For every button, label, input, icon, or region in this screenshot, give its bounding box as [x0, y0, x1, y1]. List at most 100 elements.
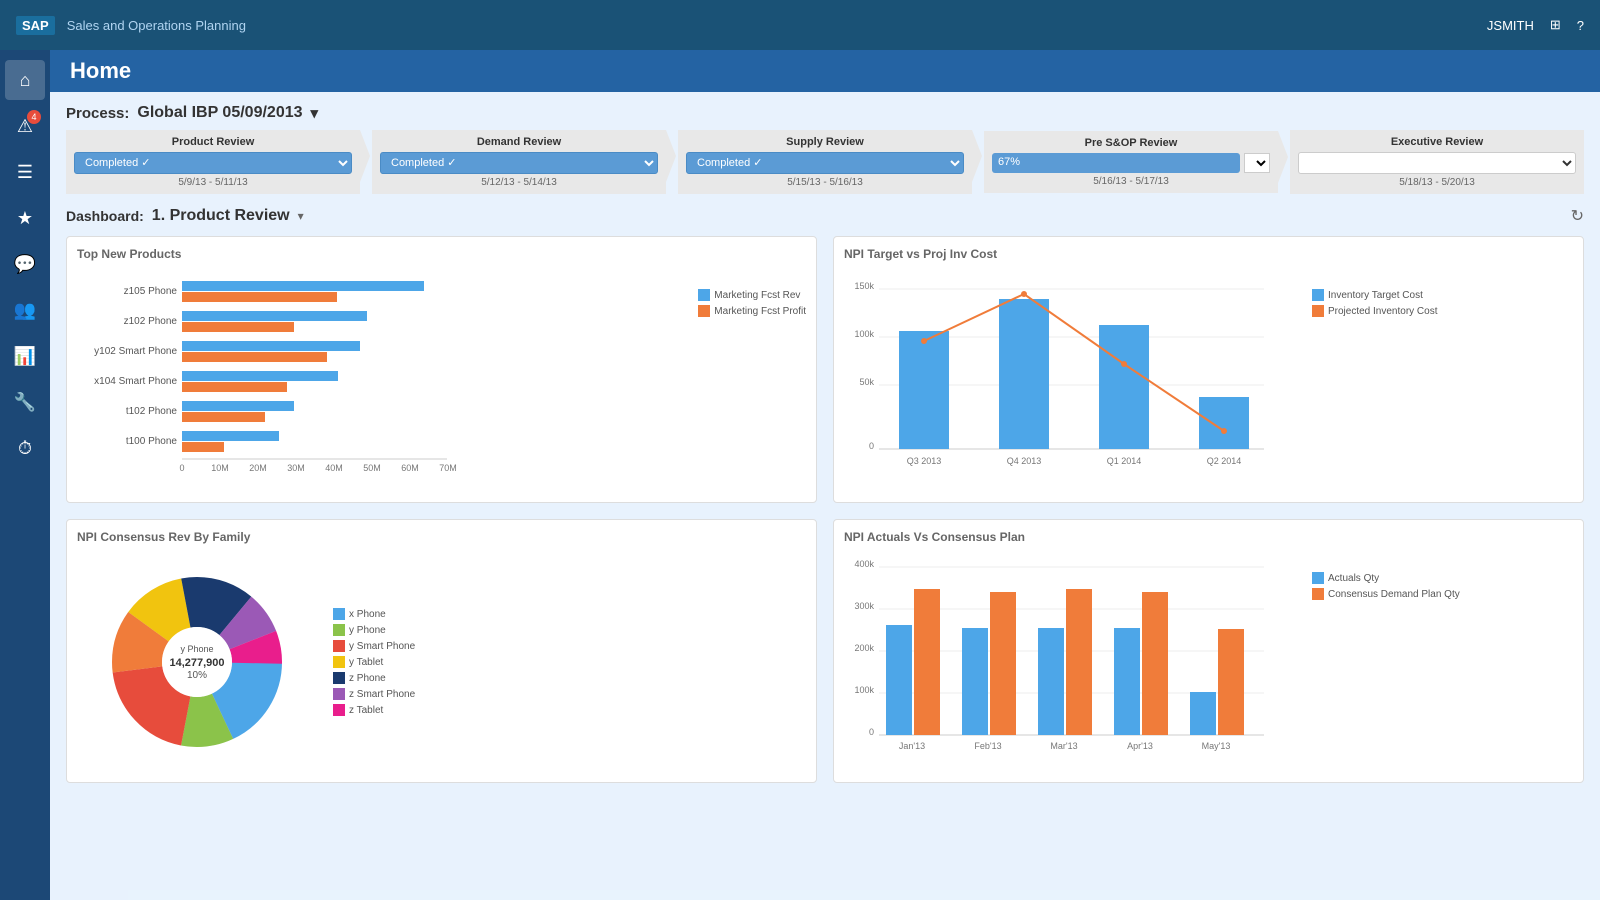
npi-target-chart: NPI Target vs Proj Inv Cost 150k 100k 50… [833, 236, 1584, 503]
step-dropdown-pre-sop[interactable] [1244, 153, 1270, 173]
step-date-demand-review: 5/12/13 - 5/14/13 [380, 177, 658, 188]
step-dropdown-demand-review[interactable]: Completed ✓ [380, 152, 658, 174]
layout: ⌂ ⚠ 4 ☰ ★ 💬 👥 📊 🔧 ⏱ Home [0, 50, 1600, 900]
step-status-pre-sop: 67% [992, 153, 1240, 173]
svg-text:Q3 2013: Q3 2013 [907, 456, 942, 466]
npi-consensus-legend: x Phone y Phone y Smart Phone [333, 608, 415, 716]
sidebar-item-analytics[interactable]: 📊 [5, 336, 45, 376]
sidebar-item-favorites[interactable]: ★ [5, 198, 45, 238]
charts-grid: Top New Products z105 Phone z102 Phone [66, 236, 1584, 783]
svg-text:0: 0 [179, 463, 184, 473]
legend-dot-ztablet [333, 704, 345, 716]
help-icon[interactable]: ? [1577, 18, 1584, 33]
process-step-demand-review: Demand Review Completed ✓ 5/12/13 - 5/14… [372, 130, 666, 194]
svg-text:z102 Phone: z102 Phone [124, 316, 178, 327]
legend-label-ytablet: y Tablet [349, 657, 383, 668]
process-step-pre-sop: Pre S&OP Review 67% 5/16/13 - 5/17/13 [984, 131, 1278, 193]
legend-item-ztablet: z Tablet [333, 704, 415, 716]
svg-text:200k: 200k [854, 643, 874, 653]
npi-actuals-title: NPI Actuals Vs Consensus Plan [844, 530, 1573, 544]
sidebar-item-alerts[interactable]: ⚠ 4 [5, 106, 45, 146]
process-dropdown-arrow[interactable]: ▾ [311, 104, 319, 122]
step-dropdown-supply-review[interactable]: Completed ✓ [686, 152, 964, 174]
svg-text:70M: 70M [439, 463, 457, 473]
legend-item-marketing-rev: Marketing Fcst Rev [698, 289, 806, 301]
sidebar-item-people[interactable]: 👥 [5, 290, 45, 330]
step-dropdown-executive-review[interactable] [1298, 152, 1576, 174]
star-icon: ★ [17, 208, 33, 229]
list-icon: ☰ [17, 162, 33, 183]
npi-consensus-chart-area: y Phone 14,277,900 10% x Phone y Ph [77, 552, 806, 772]
process-label: Process: Global IBP 05/09/2013 ▾ [66, 104, 1584, 122]
people-icon: 👥 [14, 300, 36, 321]
legend-item-inv-target: Inventory Target Cost [1312, 289, 1438, 301]
svg-text:10M: 10M [211, 463, 229, 473]
npi-target-svg: 150k 100k 50k 0 [844, 269, 1304, 489]
svg-text:Apr'13: Apr'13 [1127, 741, 1153, 751]
sidebar-item-history[interactable]: ⏱ [5, 428, 45, 468]
step-title-demand-review: Demand Review [380, 136, 658, 148]
legend-dot-proj-inv [1312, 305, 1324, 317]
legend-item-xphone: x Phone [333, 608, 415, 620]
svg-text:Q1 2014: Q1 2014 [1107, 456, 1142, 466]
sidebar-item-home[interactable]: ⌂ [5, 60, 45, 100]
sidebar-item-tools[interactable]: 🔧 [5, 382, 45, 422]
user-name[interactable]: JSMITH [1487, 18, 1534, 33]
legend-label-actuals: Actuals Qty [1328, 573, 1379, 584]
npi-consensus-chart: NPI Consensus Rev By Family [66, 519, 817, 783]
npi-actuals-chart-area: 400k 300k 200k 100k 0 [844, 552, 1573, 772]
legend-label-zsmartphone: z Smart Phone [349, 689, 415, 700]
main-content: Home Process: Global IBP 05/09/2013 ▾ Pr… [50, 50, 1600, 900]
npi-actuals-svg: 400k 300k 200k 100k 0 [844, 552, 1304, 772]
process-section: Process: Global IBP 05/09/2013 ▾ Product… [66, 104, 1584, 194]
grid-icon[interactable]: ⊞ [1550, 17, 1561, 33]
svg-text:50M: 50M [363, 463, 381, 473]
svg-text:Q4 2013: Q4 2013 [1007, 456, 1042, 466]
svg-text:Feb'13: Feb'13 [974, 741, 1001, 751]
dashboard-dropdown-arrow[interactable]: ▾ [298, 209, 304, 223]
refresh-icon[interactable]: ↻ [1571, 206, 1584, 226]
legend-item-yphone: y Phone [333, 624, 415, 636]
legend-label-zphone: z Phone [349, 673, 386, 684]
npi-consensus-svg: y Phone 14,277,900 10% [77, 552, 317, 772]
npi-consensus-title: NPI Consensus Rev By Family [77, 530, 806, 544]
legend-item-zsmartphone: z Smart Phone [333, 688, 415, 700]
alert-badge: 4 [27, 110, 41, 124]
top-new-products-chart: Top New Products z105 Phone z102 Phone [66, 236, 817, 503]
tools-icon: 🔧 [14, 392, 36, 413]
legend-dot-ysmartphone [333, 640, 345, 652]
svg-text:100k: 100k [854, 685, 874, 695]
svg-text:Mar'13: Mar'13 [1050, 741, 1077, 751]
svg-text:y Phone: y Phone [180, 644, 213, 654]
process-name: Global IBP 05/09/2013 [137, 104, 302, 122]
step-dropdown-product-review[interactable]: Completed ✓ [74, 152, 352, 174]
top-new-products-bar-area: z105 Phone z102 Phone y102 Smart Phone x… [77, 269, 806, 492]
history-icon: ⏱ [18, 438, 32, 459]
top-bar-right: JSMITH ⊞ ? [1487, 17, 1584, 33]
svg-text:100k: 100k [854, 329, 874, 339]
legend-item-marketing-profit: Marketing Fcst Profit [698, 305, 806, 317]
svg-text:400k: 400k [854, 559, 874, 569]
svg-text:Q2 2014: Q2 2014 [1207, 456, 1242, 466]
step-title-supply-review: Supply Review [686, 136, 964, 148]
svg-text:0: 0 [869, 441, 874, 451]
step-date-pre-sop: 5/16/13 - 5/17/13 [992, 176, 1270, 187]
step-title-pre-sop: Pre S&OP Review [992, 137, 1270, 149]
svg-text:10%: 10% [187, 670, 207, 681]
legend-dot-marketing-rev [698, 289, 710, 301]
process-step-executive-review: Executive Review 5/18/13 - 5/20/13 [1290, 130, 1584, 194]
step-title-product-review: Product Review [74, 136, 352, 148]
analytics-icon: 📊 [14, 346, 36, 367]
sidebar-item-messages[interactable]: 💬 [5, 244, 45, 284]
page-header: Home [50, 50, 1600, 92]
npi-actuals-chart: NPI Actuals Vs Consensus Plan 400k 300k … [833, 519, 1584, 783]
legend-item-ysmartphone: y Smart Phone [333, 640, 415, 652]
legend-item-consensus-demand: Consensus Demand Plan Qty [1312, 588, 1460, 600]
message-icon: 💬 [14, 254, 36, 275]
sidebar-item-list[interactable]: ☰ [5, 152, 45, 192]
svg-text:0: 0 [869, 727, 874, 737]
process-text: Process: [66, 105, 129, 122]
svg-text:x104 Smart Phone: x104 Smart Phone [94, 376, 177, 387]
svg-text:30M: 30M [287, 463, 305, 473]
legend-dot-ytablet [333, 656, 345, 668]
